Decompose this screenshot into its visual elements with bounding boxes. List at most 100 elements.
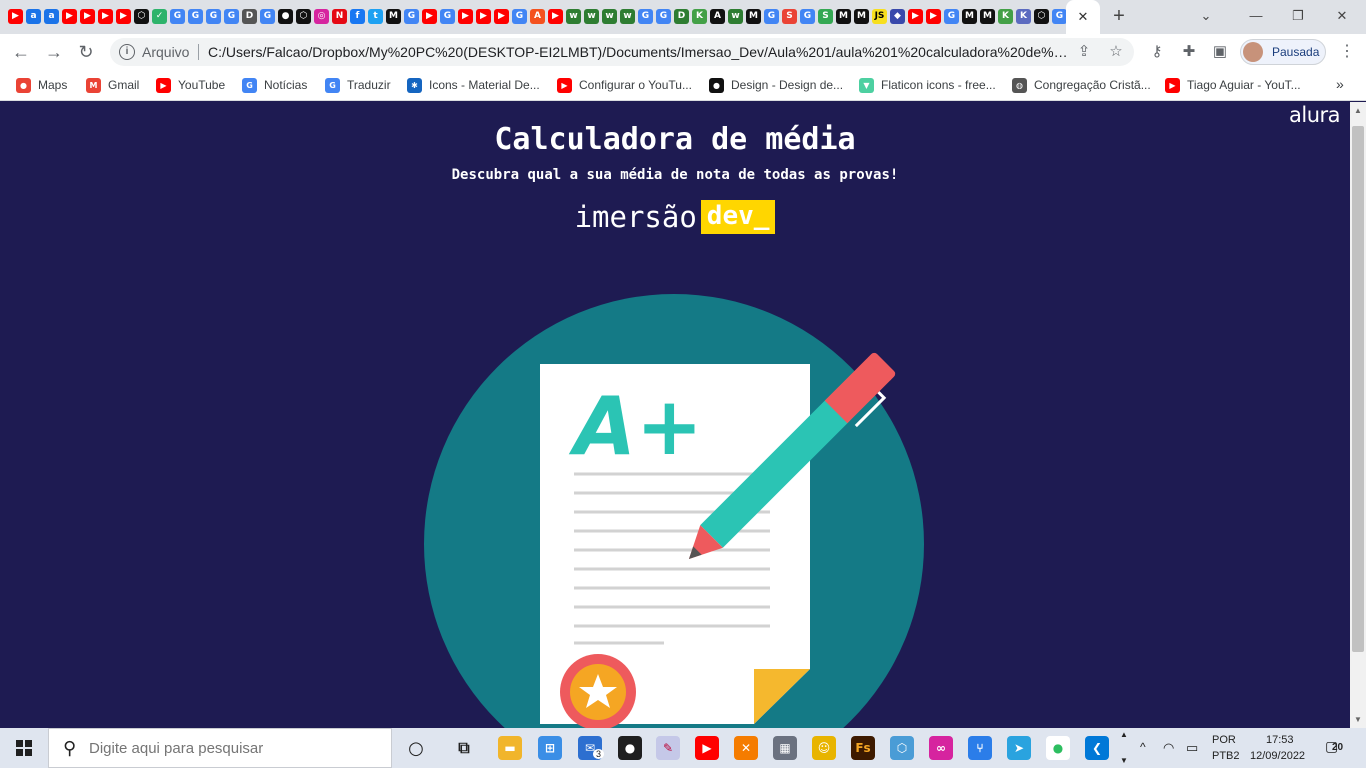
close-window-button[interactable]: ✕ — [1328, 5, 1356, 27]
instagram-icon[interactable]: ◎ — [314, 9, 329, 24]
taskbar-scroll-up-icon[interactable]: ▲ — [1120, 730, 1128, 739]
google-icon[interactable]: G — [188, 9, 203, 24]
bookmark-star-icon[interactable]: ☆ — [1107, 43, 1125, 61]
youtube-icon[interactable]: ▶ — [98, 9, 113, 24]
a-app-icon[interactable]: a — [44, 9, 59, 24]
bookmark-configurar-youtube[interactable]: ▶ Configurar o YouTu... — [557, 76, 692, 94]
bookmark-maps[interactable]: ● Maps — [16, 76, 67, 94]
medium-icon[interactable]: M — [962, 9, 977, 24]
s-app-icon[interactable]: S — [782, 9, 797, 24]
creative-cloud-icon[interactable]: ∞ — [929, 736, 953, 760]
sheets-icon[interactable]: S — [818, 9, 833, 24]
k-app-icon[interactable]: K — [1016, 9, 1031, 24]
active-tab[interactable]: ✕ — [1066, 0, 1100, 34]
w-app-icon[interactable]: w — [584, 9, 599, 24]
start-button[interactable] — [0, 728, 48, 768]
page-scrollbar[interactable]: ▲ ▼ — [1350, 102, 1366, 728]
w-app-icon[interactable]: w — [602, 9, 617, 24]
diamond-icon[interactable]: ◆ — [890, 9, 905, 24]
w-app-icon[interactable]: w — [566, 9, 581, 24]
netflix-icon[interactable]: N — [332, 9, 347, 24]
info-icon[interactable]: i — [119, 44, 135, 60]
box-app-icon[interactable]: ⬡ — [890, 736, 914, 760]
codepen-icon[interactable]: ⬡ — [134, 9, 149, 24]
youtube-icon[interactable]: ▶ — [116, 9, 131, 24]
google-icon[interactable]: G — [656, 9, 671, 24]
codepen-icon[interactable]: ⬡ — [1034, 9, 1049, 24]
extensions-icon[interactable]: ✚ — [1179, 42, 1199, 62]
tab-search-icon[interactable]: ⌄ — [1192, 5, 1220, 27]
youtube-icon[interactable]: ▶ — [548, 9, 563, 24]
google-icon[interactable]: G — [170, 9, 185, 24]
xampp-icon[interactable]: ✕ — [734, 736, 758, 760]
youtube-icon[interactable]: ▶ — [908, 9, 923, 24]
medium-icon[interactable]: M — [386, 9, 401, 24]
youtube-icon[interactable]: ▶ — [422, 9, 437, 24]
medium-icon[interactable]: M — [854, 9, 869, 24]
file-explorer-icon[interactable]: ▬ — [498, 736, 522, 760]
medium-icon[interactable]: M — [746, 9, 761, 24]
taskbar-scroll-down-icon[interactable]: ▼ — [1120, 756, 1128, 765]
more-bookmarks-icon[interactable]: » — [1336, 76, 1344, 92]
url-text[interactable]: C:/Users/Falcao/Dropbox/My%20PC%20(DESKT… — [208, 44, 1068, 60]
google-icon[interactable]: G — [638, 9, 653, 24]
calculator-icon[interactable]: ▦ — [773, 736, 797, 760]
profile-button[interactable]: Pausada — [1240, 39, 1326, 65]
codepen-icon[interactable]: ⬡ — [296, 9, 311, 24]
bookmark-flaticon[interactable]: ▼ Flaticon icons - free... — [859, 76, 996, 94]
github-desktop-icon[interactable]: ● — [618, 736, 642, 760]
wifi-icon[interactable]: ◠ — [1163, 740, 1174, 756]
telegram-icon[interactable]: ➤ — [1007, 736, 1031, 760]
reload-button[interactable]: ↻ — [74, 41, 98, 63]
evernote-icon[interactable]: ● — [1046, 736, 1070, 760]
twitter-icon[interactable]: t — [368, 9, 383, 24]
k-app-icon[interactable]: K — [998, 9, 1013, 24]
w-app-icon[interactable]: w — [728, 9, 743, 24]
search-input[interactable] — [89, 740, 379, 757]
w-app-icon[interactable]: w — [620, 9, 635, 24]
dp-icon[interactable]: D — [674, 9, 689, 24]
tray-chevron-icon[interactable]: ^ — [1140, 740, 1146, 754]
bookmark-congregacao[interactable]: ◍ Congregação Cristã... — [1012, 76, 1151, 94]
bookmark-gmail[interactable]: M Gmail — [86, 76, 139, 94]
menu-icon[interactable]: ⋮ — [1339, 42, 1355, 62]
dev-icon[interactable]: D — [242, 9, 257, 24]
youtube-icon[interactable]: ▶ — [476, 9, 491, 24]
store-icon[interactable]: ⊞ — [538, 736, 562, 760]
minimize-button[interactable]: — — [1242, 5, 1270, 27]
clock-date[interactable]: 12/09/2022 — [1250, 750, 1305, 762]
new-tab-button[interactable]: + — [1108, 5, 1130, 27]
back-button[interactable]: ← — [9, 41, 33, 63]
bookmark-material-icons[interactable]: ✱ Icons - Material De... — [407, 76, 540, 94]
medium-icon[interactable]: M — [980, 9, 995, 24]
youtube-icon[interactable]: ▶ — [80, 9, 95, 24]
google-icon[interactable]: G — [512, 9, 527, 24]
check-icon[interactable]: ✓ — [152, 9, 167, 24]
google-icon[interactable]: G — [944, 9, 959, 24]
google-icon[interactable]: G — [1052, 9, 1067, 24]
task-view-icon[interactable]: ⧉ — [452, 736, 476, 760]
google-icon[interactable]: G — [206, 9, 221, 24]
vscode-icon[interactable]: ❮ — [1085, 736, 1109, 760]
google-icon[interactable]: G — [440, 9, 455, 24]
flash-icon[interactable]: Fs — [851, 736, 875, 760]
bookmark-youtube[interactable]: ▶ YouTube — [156, 76, 225, 94]
youtube-icon[interactable]: ▶ — [494, 9, 509, 24]
a-app-icon[interactable]: A — [530, 9, 545, 24]
battery-icon[interactable]: ▭ — [1186, 740, 1198, 756]
medium-icon[interactable]: M — [836, 9, 851, 24]
clock-time[interactable]: 17:53 — [1266, 734, 1294, 746]
key-icon[interactable]: ⚷ — [1147, 42, 1167, 62]
google-icon[interactable]: G — [224, 9, 239, 24]
scroll-up-icon[interactable]: ▲ — [1354, 106, 1362, 115]
youtube-icon[interactable]: ▶ — [458, 9, 473, 24]
youtube-icon[interactable]: ▶ — [62, 9, 77, 24]
share-icon[interactable]: ⇪ — [1075, 43, 1093, 61]
google-icon[interactable]: G — [404, 9, 419, 24]
a-app-icon[interactable]: a — [26, 9, 41, 24]
bookmark-design[interactable]: ● Design - Design de... — [709, 76, 843, 94]
paint-icon[interactable]: ✎ — [656, 736, 680, 760]
side-panel-icon[interactable]: ▣ — [1210, 42, 1230, 62]
sourcetree-icon[interactable]: ⑂ — [968, 736, 992, 760]
taskbar-search[interactable]: ⚲ — [48, 728, 392, 768]
